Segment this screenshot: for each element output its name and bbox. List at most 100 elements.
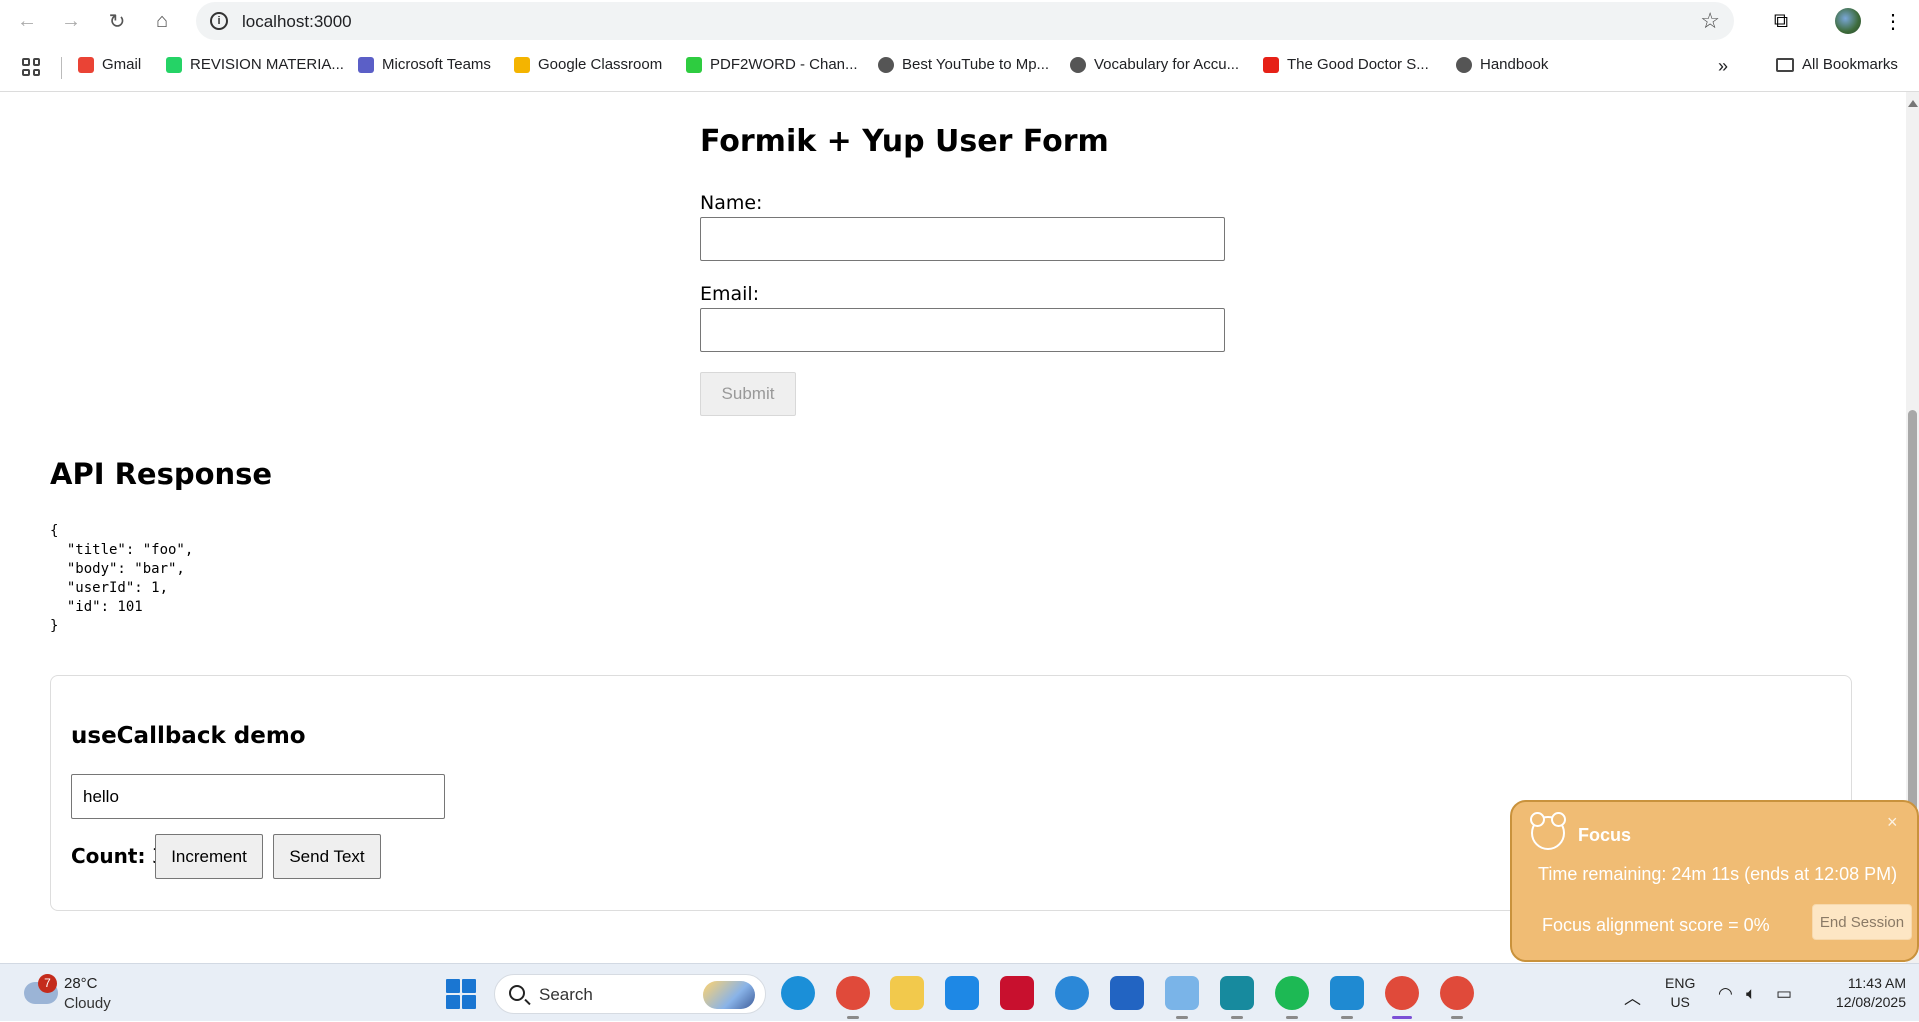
bookmark-label: Gmail [102,56,142,73]
bookmark-label: Microsoft Teams [382,56,491,73]
mcafee-icon[interactable] [1000,976,1034,1010]
bookmark-item[interactable]: Microsoft Teams [358,56,491,73]
bookmark-item[interactable]: Google Classroom [514,56,662,73]
help-icon[interactable] [1055,976,1089,1010]
pdf2word-icon [686,56,702,73]
vscode-icon[interactable] [1330,976,1364,1019]
search-label: Search [539,985,593,1004]
profile-avatar[interactable] [1833,6,1863,36]
bookmark-item[interactable]: Best YouTube to Mp... [878,56,1049,73]
extensions-icon[interactable]: ⧉ [1766,6,1796,36]
file-explorer-icon[interactable] [890,976,924,1010]
gmail-icon [78,56,94,73]
taskbar-search[interactable]: Search [494,974,766,1014]
menu-icon[interactable]: ⋮ [1878,6,1908,36]
bookmark-star-icon[interactable]: ☆ [1700,8,1720,34]
bookmark-item[interactable]: PDF2WORD - Chan... [686,56,858,73]
clock-time: 11:43 AM [1847,975,1906,991]
volume-icon[interactable]: 🔈︎ [1746,984,1756,1004]
clock[interactable]: 11:43 AM 12/08/2025 [1812,974,1906,1012]
bookmark-label: Handbook [1480,56,1549,73]
folder-icon [1776,57,1794,72]
site-info-icon[interactable]: i [210,12,228,30]
bear-icon [1530,812,1566,850]
bookmark-label: Vocabulary for Accu... [1094,56,1240,73]
windows-start-icon[interactable] [446,979,476,1009]
form-title: Formik + Yup User Form [700,124,1109,159]
count-label: Count: [71,844,146,868]
temperature: 28°C [64,975,98,992]
time-remaining: Time remaining: 24m 11s (ends at 12:08 P… [1538,864,1898,884]
bookmark-label: The Good Doctor S... [1287,56,1429,73]
avatar [1835,8,1861,34]
scroll-up-icon[interactable] [1908,100,1918,107]
email-label: Email: [700,283,760,305]
bookmark-label: REVISION MATERIA... [190,56,344,73]
demo-title: useCallback demo [71,723,306,749]
submit-button[interactable]: Submit [700,372,796,416]
surfshark-icon[interactable] [1220,976,1254,1019]
seven-plus-icon [1263,56,1279,73]
weather-widget[interactable]: 7 28°C Cloudy [22,974,152,1014]
bookmark-label: Google Classroom [538,56,663,73]
notification-badge: 7 [38,974,57,993]
url-text[interactable]: localhost:3000 [242,12,352,32]
bookmark-item[interactable]: Handbook [1456,56,1548,73]
teams-icon [358,56,374,73]
increment-button[interactable]: Increment [155,834,263,879]
send-text-button[interactable]: Send Text [273,834,381,879]
classroom-icon [514,56,530,73]
search-highlight-image [703,981,755,1009]
bookmark-item[interactable]: Vocabulary for Accu... [1070,56,1239,73]
globe-icon [1070,56,1086,73]
reload-icon[interactable]: ↻ [102,6,132,36]
bookmark-item[interactable]: The Good Doctor S... [1263,56,1429,73]
apps-grid-icon[interactable] [22,58,40,76]
demo-text-input[interactable]: hello [71,774,445,819]
search-icon [509,985,525,1001]
region-code: US [1670,994,1690,1010]
spotify-icon[interactable] [1275,976,1309,1019]
focus-title: Focus [1578,825,1632,845]
edge-icon[interactable] [781,976,815,1010]
focus-score: Focus alignment score = 0% [1542,915,1770,935]
all-bookmarks-button[interactable]: All Bookmarks [1776,56,1898,73]
end-session-button[interactable]: End Session [1812,904,1912,940]
back-icon[interactable]: ← [12,6,42,36]
weather-condition: Cloudy [64,995,111,1012]
snipping-tool-icon[interactable] [1165,976,1199,1019]
close-icon[interactable]: × [1887,812,1898,833]
name-label: Name: [700,192,763,214]
more-bookmarks-button[interactable]: » [1718,56,1728,77]
browser-toolbar: ← → ↻ ⌂ i localhost:3000 ☆ ⧉ ⋮ [0,0,1919,42]
language-indicator[interactable]: ENG US [1665,974,1695,1012]
focus-popup: Focus × Time remaining: 24m 11s (ends at… [1510,800,1919,962]
chrome-profile-icon[interactable] [836,976,870,1019]
bookmark-item[interactable]: REVISION MATERIA... [166,56,344,73]
api-response-title: API Response [50,457,273,491]
wifi-icon[interactable]: ◠ [1718,984,1733,1004]
api-response-json: { "title": "foo", "body": "bar", "userId… [50,523,194,634]
address-bar[interactable]: i localhost:3000 ☆ [196,2,1734,40]
home-icon[interactable]: ⌂ [147,6,177,36]
bookmark-label: Best YouTube to Mp... [902,56,1050,73]
bookmark-item[interactable]: Gmail [78,56,141,73]
bookmarks-divider [61,57,62,79]
myhp-icon[interactable] [945,976,979,1010]
microsoft-store-icon[interactable] [1110,976,1144,1010]
chevron-up-icon[interactable]: ︿ [1624,984,1641,1009]
count-display: Count: 3 [71,834,165,878]
email-input[interactable] [700,308,1225,352]
bookmarks-bar: Gmail REVISION MATERIA... Microsoft Teams G… [0,50,1919,84]
all-bookmarks-label: All Bookmarks [1802,56,1898,73]
battery-icon[interactable]: ▭ [1776,984,1792,1004]
chrome-icon[interactable] [1385,976,1419,1019]
taskbar: 7 28°C Cloudy Search ︿ ENG US ◠ 🔈︎ ▭ 11:… [0,963,1919,1021]
name-input[interactable] [700,217,1225,261]
globe-icon [1456,56,1472,73]
language-code: ENG [1665,975,1696,991]
forward-icon[interactable]: → [56,6,86,36]
whatsapp-icon [166,56,182,73]
bookmark-label: PDF2WORD - Chan... [710,56,858,73]
chrome-profile-2-icon[interactable] [1440,976,1474,1019]
